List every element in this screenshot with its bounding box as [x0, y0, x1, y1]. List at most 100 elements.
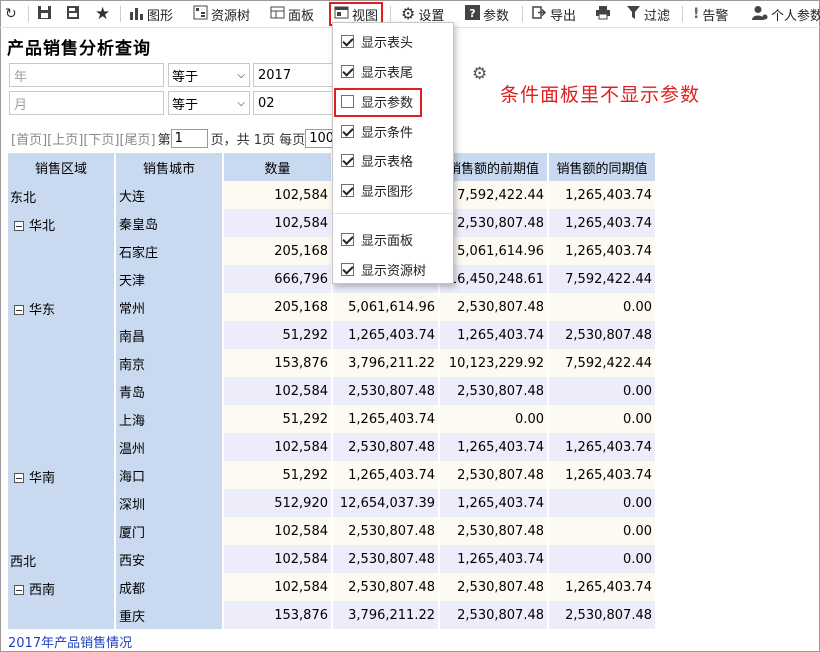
table-row: 西北 西安 102,584 2,530,807.48 1,265,403.74 0.00 [8, 545, 657, 573]
value-cell: 1,265,403.74 [439, 545, 549, 573]
region-label: 华南 [29, 471, 56, 486]
pager: [首页] [上页] [下页] [尾页] 第 1 页，共 1页 每页 1000 行 [11, 128, 359, 148]
save-as-button[interactable] [66, 3, 81, 25]
region-label: 华东 [29, 303, 56, 318]
collapse-icon[interactable] [14, 221, 24, 231]
value-cell: 2,530,807.48 [548, 321, 657, 349]
svg-text:?: ? [469, 7, 475, 20]
checkbox-icon [341, 262, 354, 276]
value-cell: 3,796,211.22 [332, 601, 440, 629]
month-operator-select[interactable]: 等于 ⌵ [168, 91, 250, 115]
page-number-input[interactable]: 1 [170, 128, 208, 148]
export-label: 导出 [550, 8, 577, 24]
month-value-input[interactable]: 02 [253, 91, 333, 115]
print-icon [595, 5, 611, 23]
annotation-text: 条件面板里不显示参数 [500, 84, 701, 106]
settings-gear-icon[interactable]: ⚙ [472, 64, 487, 84]
menu-item-show-footer[interactable]: 显示表尾 [333, 58, 453, 84]
highlight-box [334, 88, 422, 117]
menu-item-label: 显示表头 [361, 35, 414, 51]
save-button[interactable] [37, 3, 52, 25]
pager-last-link[interactable]: [尾页] [119, 129, 155, 148]
view-icon [334, 5, 349, 23]
region-cell[interactable]: 华东 [8, 293, 116, 461]
region-cell[interactable]: 华北 [8, 209, 116, 293]
filter-icon [626, 5, 641, 23]
pager-page-prefix: 第 [157, 132, 171, 148]
chevron-down-icon: ⌵ [237, 97, 245, 109]
alert-button[interactable]: ! 告警 [693, 3, 728, 25]
region-cell: 东北 [8, 181, 116, 209]
user-params-icon [752, 5, 768, 24]
value-cell: 51,292 [223, 405, 333, 433]
region-cell[interactable]: 华南 [8, 461, 116, 545]
column-header[interactable]: 数量 [223, 153, 333, 181]
city-cell: 上海 [115, 405, 224, 433]
column-header[interactable]: 销售城市 [115, 153, 224, 181]
menu-item-label: 显示面板 [361, 233, 414, 249]
menu-item-label: 显示图形 [361, 184, 414, 200]
toolbar-divider [120, 6, 121, 22]
resource-tree-button[interactable]: 资源树 [193, 3, 250, 25]
toolbar-divider [522, 6, 523, 22]
collapse-icon[interactable] [14, 585, 24, 595]
user-params-button[interactable]: 个人参数 [752, 3, 820, 25]
menu-item-show-panel[interactable]: 显示面板 [333, 226, 453, 252]
favorite-button[interactable]: ★ [95, 3, 110, 25]
menu-item-label: 显示资源树 [361, 263, 427, 279]
menu-item-label: 显示表尾 [361, 65, 414, 81]
month-field-input[interactable]: 月 [9, 91, 164, 115]
value-cell: 2,530,807.48 [439, 601, 549, 629]
menu-item-show-chart[interactable]: 显示图形 [333, 177, 453, 203]
refresh-button[interactable]: ↻ [5, 3, 17, 25]
value-cell: 2,530,807.48 [548, 601, 657, 629]
value-cell: 51,292 [223, 321, 333, 349]
export-button[interactable]: 导出 [532, 3, 576, 25]
year-field-placeholder: 年 [14, 69, 28, 85]
region-cell[interactable]: 西南 [8, 573, 116, 629]
settings-label: 设置 [418, 8, 445, 24]
panel-label: 面板 [288, 8, 315, 24]
chart-icon [129, 6, 144, 23]
column-header[interactable]: 销售区域 [8, 153, 116, 181]
menu-item-show-header[interactable]: 显示表头 [333, 28, 453, 54]
user-params-label: 个人参数 [771, 8, 820, 24]
params-label: 参数 [483, 8, 510, 24]
table-row: 西南 成都 102,584 2,530,807.48 2,530,807.48 1,265… [8, 573, 657, 629]
value-cell: 7,592,422.44 [548, 265, 657, 293]
menu-item-show-resource-tree[interactable]: 显示资源树 [333, 256, 453, 282]
export-icon [532, 5, 547, 23]
value-cell: 0.00 [439, 405, 549, 433]
pager-first-link[interactable]: [首页] [11, 129, 47, 148]
value-cell: 16,450,248.61 [439, 265, 549, 293]
column-header[interactable]: 销售额的同期值 [548, 153, 657, 181]
value-cell: 153,876 [223, 601, 333, 629]
year-operator-select[interactable]: 等于 ⌵ [168, 63, 250, 87]
panel-button[interactable]: 面板 [270, 3, 314, 25]
column-header[interactable]: 销售额的前期值 [439, 153, 549, 181]
menu-item-show-table[interactable]: 显示表格 [333, 147, 453, 173]
region-label: 西北 [10, 555, 37, 570]
value-cell: 102,584 [223, 517, 333, 545]
year-field-input[interactable]: 年 [9, 63, 164, 87]
menu-item-show-conditions[interactable]: 显示条件 [333, 118, 453, 144]
value-cell: 512,920 [223, 489, 333, 517]
value-cell: 2,530,807.48 [439, 517, 549, 545]
collapse-icon[interactable] [14, 305, 24, 315]
value-cell: 1,265,403.74 [439, 321, 549, 349]
footer-report-link[interactable]: 2017年产品销售情况 [8, 632, 132, 651]
year-value-input[interactable]: 2017 [253, 63, 333, 87]
print-button[interactable] [595, 3, 611, 25]
toolbar-divider [28, 6, 29, 22]
city-cell: 天津 [115, 265, 224, 293]
filter-button[interactable]: 过滤 [626, 3, 670, 25]
value-cell: 10,123,229.92 [439, 349, 549, 377]
chart-button[interactable]: 图形 [129, 3, 173, 25]
pager-next-link[interactable]: [下页] [83, 129, 119, 148]
pager-prev-link[interactable]: [上页] [47, 129, 83, 148]
collapse-icon[interactable] [14, 473, 24, 483]
save-as-icon [66, 5, 81, 23]
params-button[interactable]: ? 参数 [465, 3, 509, 25]
value-cell: 0.00 [548, 489, 657, 517]
value-cell: 2,530,807.48 [332, 573, 440, 601]
